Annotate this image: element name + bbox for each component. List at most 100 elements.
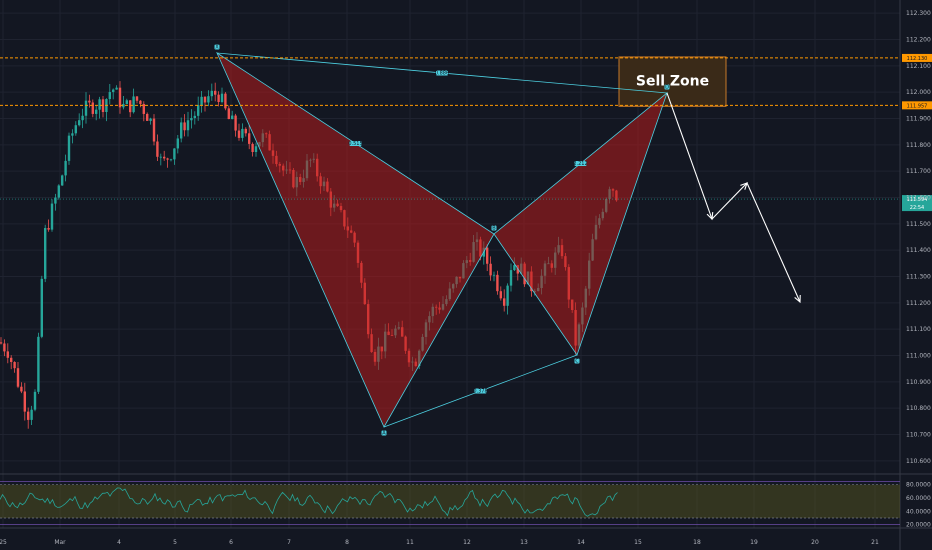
price-tick-label: 111.400 [906, 247, 931, 254]
candle-bear [163, 156, 166, 159]
candle-bear [47, 228, 50, 230]
candle-bull [159, 156, 162, 158]
price-chart[interactable]: Sell Zone 0.886 0.515 0.378 2.212 X A B C D 112.… [0, 0, 932, 550]
time-tick-label: 4 [117, 539, 121, 546]
candle-bear [135, 96, 139, 101]
candle-bear [234, 115, 237, 131]
candle-bull [513, 265, 516, 271]
candle-bull [95, 109, 98, 114]
price-tick-label: 111.600 [906, 195, 931, 202]
price-tick-label: 111.700 [906, 168, 931, 175]
candle-bull [149, 118, 152, 121]
candle-bull [180, 122, 183, 139]
candle-bull [50, 203, 54, 230]
time-tick-label: 13 [520, 539, 528, 546]
candle-bull [197, 105, 200, 116]
candle-bear [129, 100, 132, 113]
candle-bear [139, 100, 142, 104]
candle-bear [3, 343, 6, 352]
candle-bear [227, 108, 230, 120]
price-tick-label: 111.100 [906, 326, 931, 333]
candle-bear [146, 113, 149, 121]
ratio-label: 0.378 [473, 389, 487, 395]
oscillator-tick-label: 20.0000 [906, 522, 931, 529]
candle-bull [176, 138, 179, 149]
candle-bull [33, 391, 37, 410]
candle-bear [183, 122, 186, 131]
oscillator-tick-label: 60.0000 [906, 495, 931, 502]
price-tick-label: 111.900 [906, 116, 931, 123]
time-tick-label: 18 [693, 539, 701, 546]
point-label: C [575, 359, 579, 365]
price-tick-label: 110.800 [906, 405, 931, 412]
candle-bull [173, 148, 176, 160]
candle-bull [57, 185, 60, 198]
candle-bull [125, 100, 128, 104]
time-tick-label: 6 [229, 539, 233, 546]
time-tick-label: 14 [577, 539, 585, 546]
current-price-timer: 22:54 [910, 205, 924, 211]
price-tick-label: 112.300 [906, 10, 931, 17]
candle-bear [251, 143, 254, 153]
ratio-label: 0.886 [435, 71, 449, 77]
candle-bull [30, 409, 33, 420]
candle-bear [20, 386, 23, 392]
candle-bear [503, 298, 506, 306]
price-level-value: 112.130 [907, 56, 928, 62]
candle-bull [108, 92, 111, 100]
candle-bull [200, 96, 203, 106]
candle-bull [81, 115, 84, 121]
candle-bear [499, 291, 502, 299]
candle-bear [217, 94, 220, 103]
candle-bear [248, 133, 251, 144]
time-tick-label: Mar [54, 539, 66, 546]
sell-zone[interactable]: Sell Zone [618, 56, 727, 107]
price-tick-label: 111.800 [906, 142, 931, 149]
candle-bear [27, 411, 30, 420]
candle-bear [23, 391, 26, 412]
candle-bull [509, 270, 513, 286]
candle-bull [71, 133, 74, 136]
candle-bull [220, 93, 224, 103]
oscillator-band-fill [0, 484, 900, 518]
candle-bear [6, 351, 9, 358]
price-tick-label: 111.300 [906, 274, 931, 281]
candle-bull [112, 89, 115, 93]
candle-bull [78, 120, 81, 126]
candle-bull [67, 135, 71, 161]
candle-bull [115, 87, 118, 90]
candle-bear [118, 87, 122, 108]
candle-bear [237, 130, 241, 138]
time-tick-label: 7 [287, 539, 291, 546]
oscillator-tick-label: 80.0000 [906, 482, 931, 489]
candle-bear [156, 141, 159, 157]
candle-bull [210, 90, 213, 97]
candle-bull [254, 146, 258, 153]
candle-bear [224, 93, 227, 109]
candle-bear [10, 357, 13, 362]
candle-bull [74, 125, 77, 134]
candle-bull [186, 120, 190, 131]
candle-bear [166, 158, 169, 160]
candle-bear [88, 100, 91, 103]
price-tick-label: 110.600 [906, 458, 931, 465]
point-label: X [215, 45, 219, 51]
candle-bull [44, 228, 47, 279]
candle-bull [169, 159, 173, 161]
time-tick-label: 5 [173, 539, 177, 546]
candle-bear [496, 274, 499, 292]
candle-bear [152, 118, 156, 142]
candle-bear [91, 102, 94, 114]
ratio-label: 0.515 [348, 141, 362, 147]
candle-bull [40, 278, 43, 337]
candle-bear [489, 263, 492, 276]
candle-bull [207, 96, 210, 103]
time-tick-label: 8 [345, 539, 349, 546]
candle-bear [13, 361, 16, 369]
candle-bull [61, 175, 64, 186]
candle-bull [64, 160, 67, 176]
candle-bear [16, 368, 20, 387]
candle-bull [98, 99, 101, 110]
price-tick-label: 112.200 [906, 37, 931, 44]
price-level-value: 111.957 [907, 103, 928, 109]
